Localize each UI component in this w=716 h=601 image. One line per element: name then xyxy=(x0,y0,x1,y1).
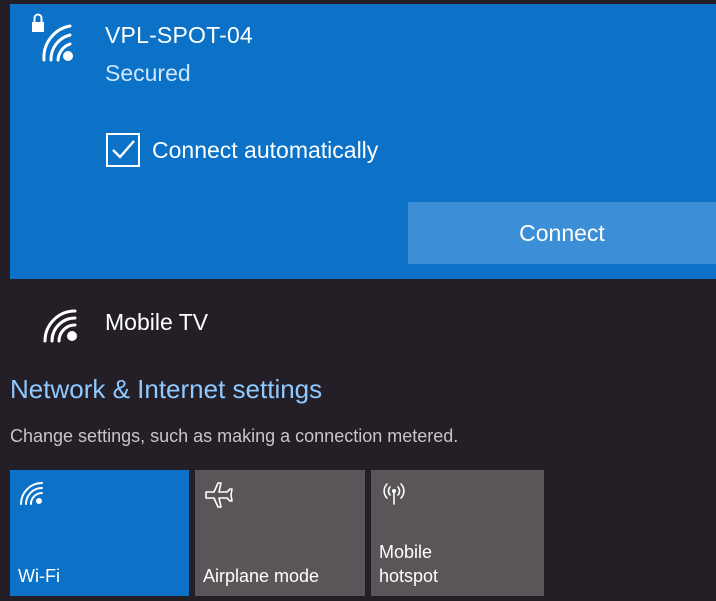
network-name: VPL-SPOT-04 xyxy=(105,22,253,48)
quick-action-airplane-mode[interactable]: Airplane mode xyxy=(195,470,365,596)
checkbox-box[interactable] xyxy=(106,133,140,167)
connect-button[interactable]: Connect xyxy=(408,202,716,264)
tile-label-line1: Mobile xyxy=(379,542,433,562)
connect-automatically-checkbox[interactable]: Connect automatically xyxy=(106,130,378,170)
network-status: Secured xyxy=(105,60,191,86)
quick-action-mobile-hotspot[interactable]: Mobile hotspot xyxy=(371,470,544,596)
selected-network-panel[interactable]: VPL-SPOT-04 Secured Connect automaticall… xyxy=(10,4,716,279)
network-settings-description: Change settings, such as making a connec… xyxy=(10,426,459,446)
quick-action-wifi[interactable]: Wi-Fi xyxy=(10,470,189,596)
wifi-icon xyxy=(20,482,43,505)
connect-automatically-label: Connect automatically xyxy=(152,136,379,163)
hotspot-icon xyxy=(383,483,405,505)
tile-label: Wi-Fi xyxy=(18,566,60,586)
wifi-icon xyxy=(43,309,77,343)
airplane-icon xyxy=(205,482,233,508)
tile-label: Mobile hotspot xyxy=(379,540,438,588)
network-settings-link[interactable]: Network & Internet settings xyxy=(10,374,322,405)
wifi-secured-icon xyxy=(32,13,73,62)
network-name: Mobile TV xyxy=(105,309,209,335)
tile-label: Airplane mode xyxy=(203,566,320,586)
network-item-mobile-tv[interactable]: Mobile TV xyxy=(10,295,510,349)
checkmark-icon xyxy=(112,140,135,159)
tile-label-line2: hotspot xyxy=(379,566,439,586)
